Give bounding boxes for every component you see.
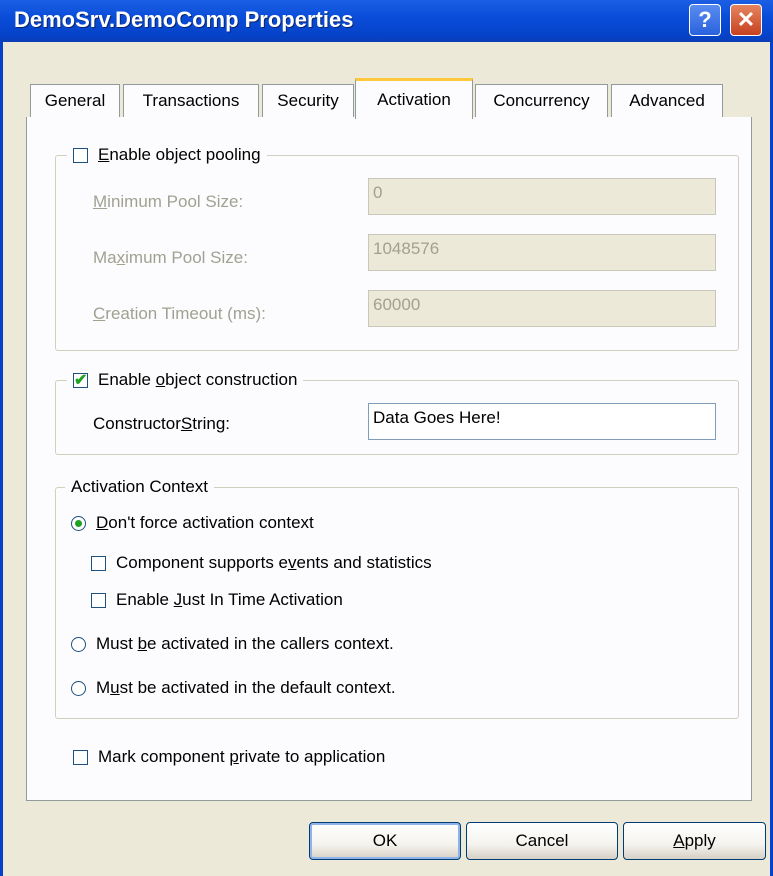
- constructor-string-input[interactable]: Data Goes Here!: [368, 403, 716, 440]
- tab-activation[interactable]: Activation: [355, 78, 473, 119]
- default-context-label: Must be activated in the default context…: [96, 678, 396, 697]
- help-icon: ?: [698, 7, 712, 32]
- tab-general[interactable]: General: [30, 84, 120, 117]
- help-button[interactable]: ?: [689, 4, 721, 36]
- object-pooling-checkbox-box[interactable]: [73, 147, 88, 163]
- close-icon: ✕: [736, 7, 756, 32]
- callers-context-radio[interactable]: Must be activated in the callers context…: [71, 631, 394, 657]
- tab-concurrency[interactable]: Concurrency: [475, 84, 608, 117]
- creation-timeout-input[interactable]: 60000: [368, 290, 716, 327]
- creation-timeout-label: Creation Timeout (ms):: [93, 304, 266, 323]
- mark-private-checkbox[interactable]: Mark component private to application: [73, 744, 385, 770]
- dont-force-context-label: Don't force activation context: [96, 513, 314, 532]
- mark-private-checkbox-box[interactable]: [73, 749, 88, 765]
- supports-events-checkbox[interactable]: Component supports events and statistics: [91, 550, 432, 576]
- enable-object-pooling-checkbox[interactable]: Enable object pooling: [67, 143, 267, 167]
- supports-events-label: Component supports events and statistics: [116, 553, 432, 572]
- callers-context-label: Must be activated in the callers context…: [96, 634, 394, 653]
- window-title: DemoSrv.DemoComp Properties: [14, 7, 354, 32]
- window-left-border: [0, 42, 3, 876]
- activation-context-legend: Activation Context: [65, 475, 215, 499]
- title-bar[interactable]: DemoSrv.DemoComp Properties ? ✕: [0, 0, 773, 42]
- jit-activation-checkbox-box[interactable]: [91, 592, 106, 608]
- minimum-pool-size-label: Minimum Pool Size:: [93, 192, 244, 211]
- close-button[interactable]: ✕: [730, 4, 762, 36]
- minimum-pool-size-input[interactable]: 0: [368, 178, 716, 215]
- apply-button[interactable]: Apply: [623, 822, 766, 860]
- callers-context-radio-dot[interactable]: [71, 636, 86, 652]
- properties-dialog: DemoSrv.DemoComp Properties ? ✕ General …: [0, 0, 773, 876]
- constructor-string-label: Constructor String:: [93, 414, 231, 433]
- maximum-pool-size-input[interactable]: 1048576: [368, 234, 716, 271]
- enable-object-construction-checkbox[interactable]: Enable object construction: [67, 368, 304, 392]
- enable-object-construction-label: Enable object construction: [98, 370, 298, 389]
- activation-tab-panel: Enable object pooling Minimum Pool Size:…: [26, 117, 752, 801]
- tab-security[interactable]: Security: [262, 84, 354, 117]
- default-context-radio[interactable]: Must be activated in the default context…: [71, 675, 396, 701]
- tab-transactions[interactable]: Transactions: [123, 84, 259, 117]
- maximum-pool-size-label: Ma x imum Pool Size:: [93, 248, 248, 267]
- dont-force-context-radio-dot[interactable]: [71, 515, 86, 531]
- dont-force-context-radio[interactable]: Don't force activation context: [71, 510, 314, 536]
- object-construction-checkbox-box[interactable]: [73, 370, 88, 390]
- cancel-button[interactable]: Cancel: [466, 822, 618, 860]
- jit-activation-label: Enable Just In Time Activation: [116, 590, 343, 609]
- ok-button[interactable]: OK: [309, 822, 461, 860]
- mark-private-label: Mark component private to application: [98, 747, 386, 766]
- supports-events-checkbox-box[interactable]: [91, 555, 106, 571]
- tab-advanced[interactable]: Advanced: [611, 84, 723, 117]
- jit-activation-checkbox[interactable]: Enable Just In Time Activation: [91, 587, 343, 613]
- enable-object-pooling-label: Enable object pooling: [98, 145, 261, 164]
- default-context-radio-dot[interactable]: [71, 680, 86, 696]
